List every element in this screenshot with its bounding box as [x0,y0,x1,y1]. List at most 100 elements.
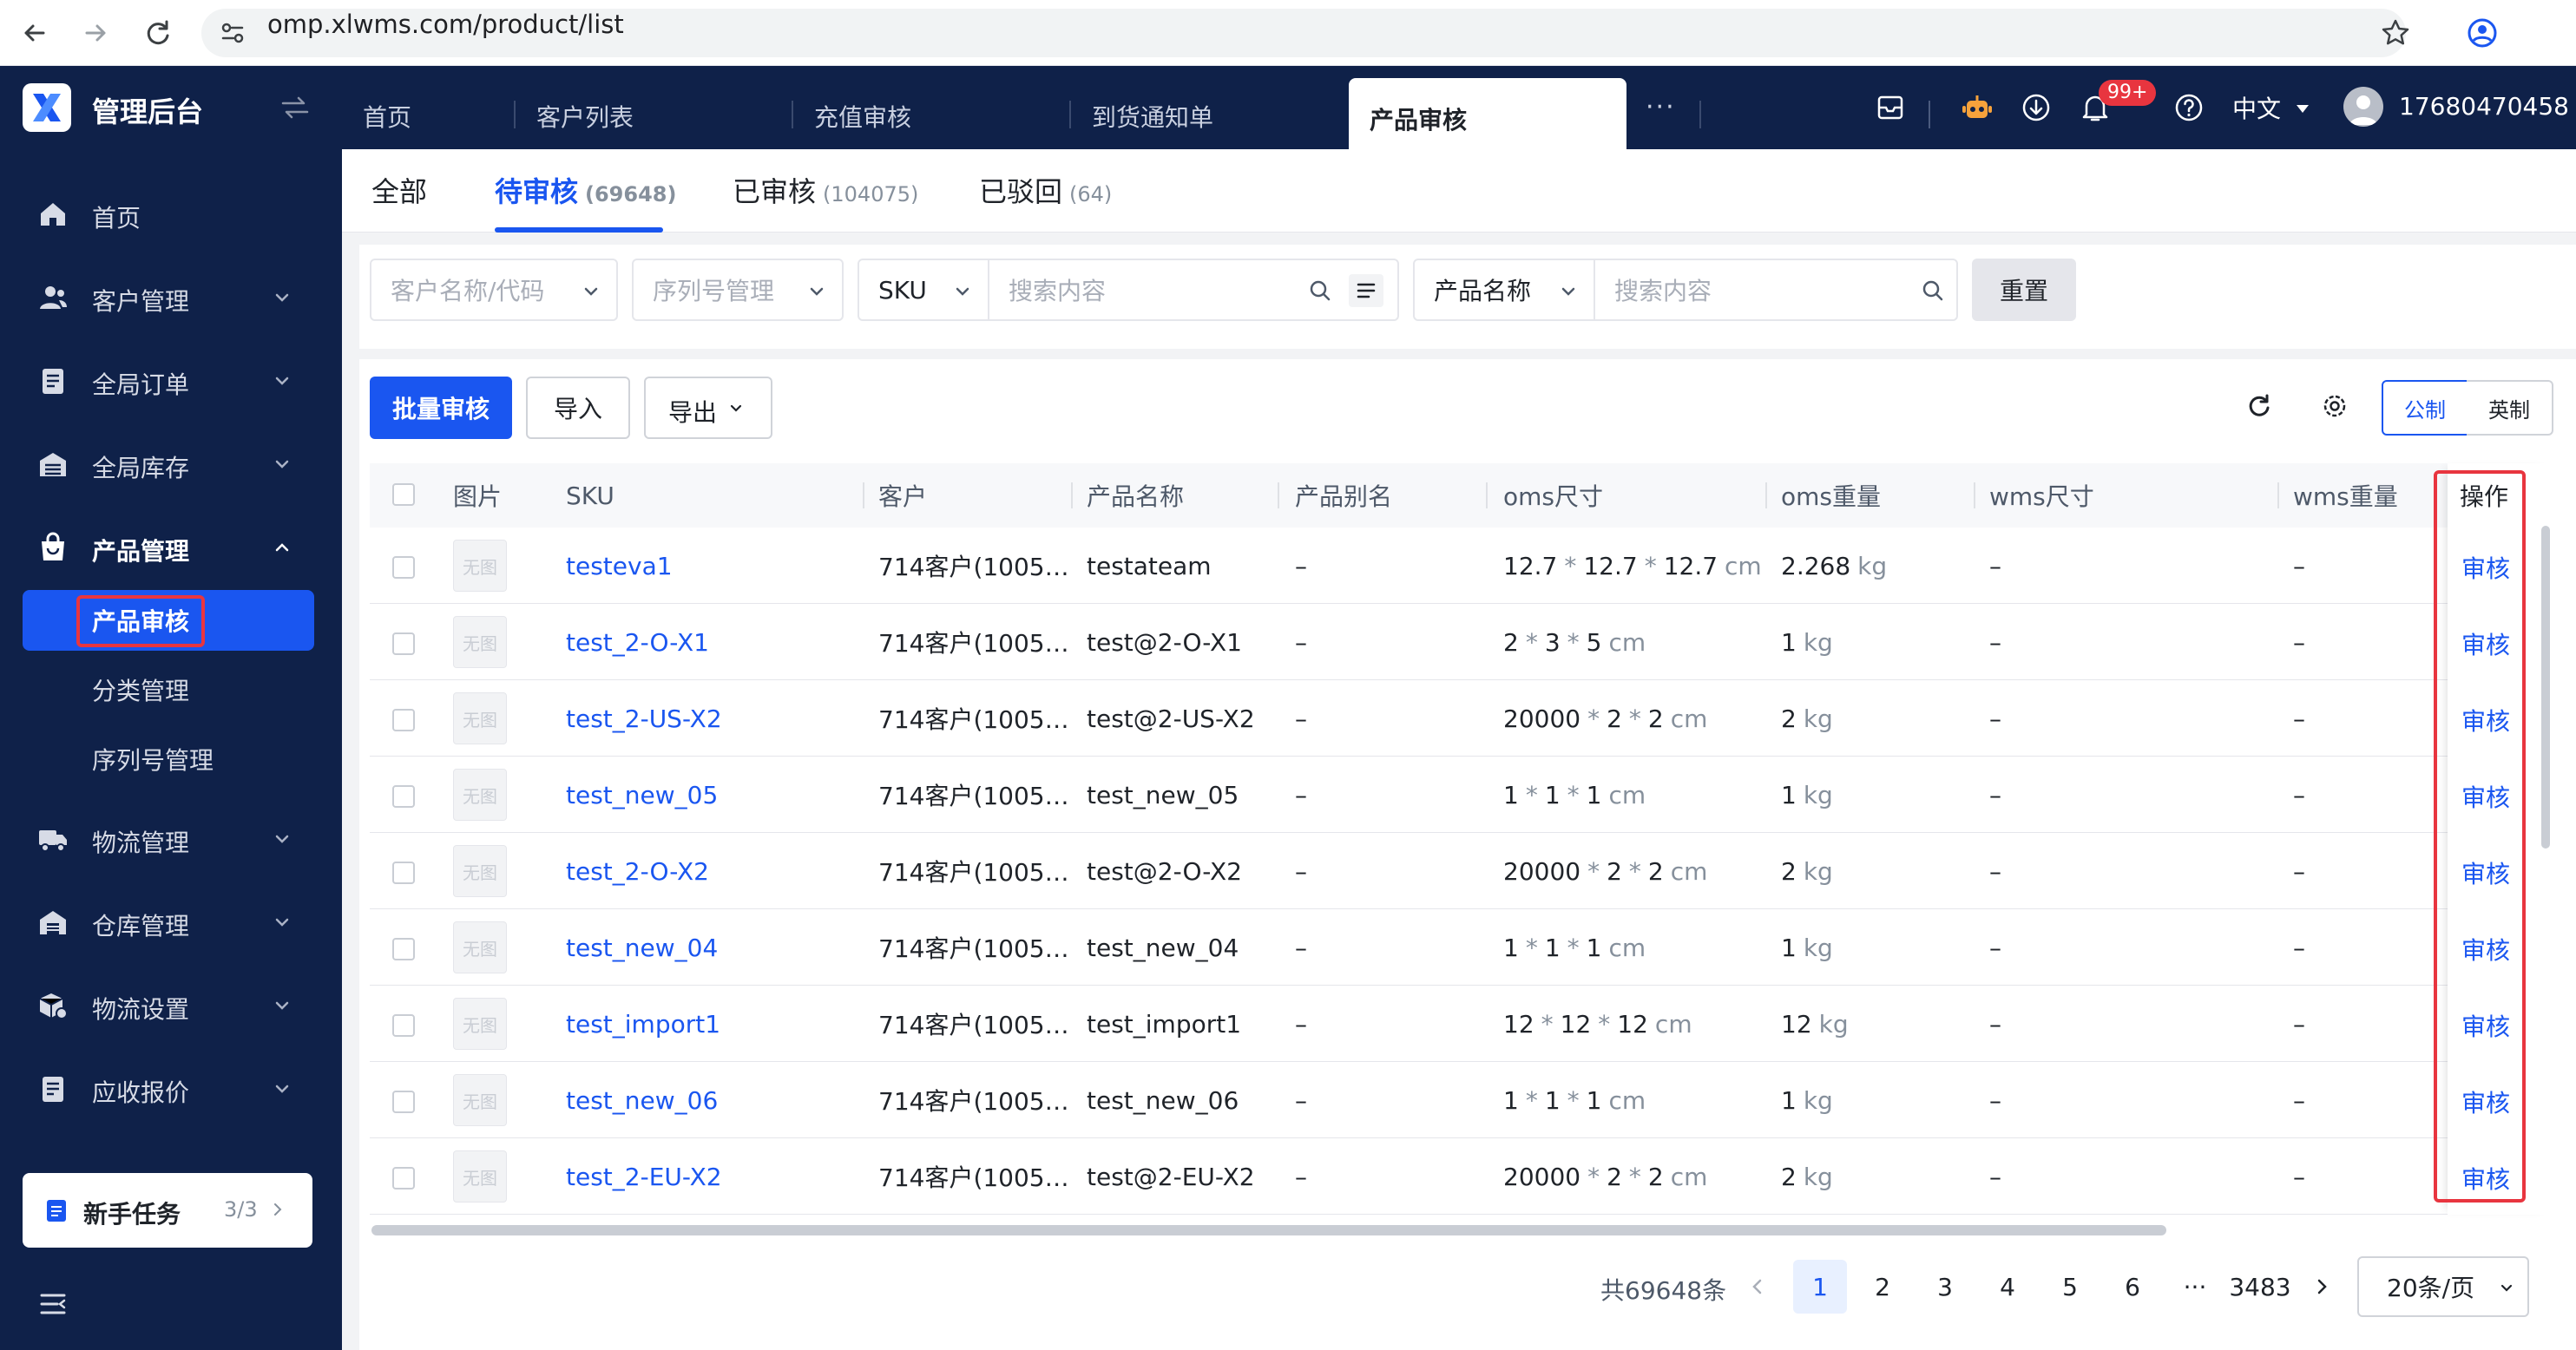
reset-button[interactable]: 重置 [1972,259,2076,321]
vertical-scrollbar[interactable] [2541,526,2550,849]
menu-collapse-icon[interactable] [36,1288,69,1321]
forward-icon[interactable] [78,16,113,50]
search-icon[interactable] [1920,278,1946,304]
row-checkbox[interactable] [392,1014,415,1037]
wms-weight-cell: – [2293,933,2305,962]
product-search-input[interactable]: 搜索内容 [1594,259,1958,321]
page-size-select[interactable]: 20条/页 [2357,1256,2529,1317]
help-icon[interactable] [2172,90,2206,125]
customer-select[interactable]: 客户名称/代码 [370,259,618,321]
horizontal-scrollbar[interactable] [371,1225,2166,1235]
sidebar-item-receivable-quote[interactable]: 应收报价 [0,1050,342,1128]
sku-link[interactable]: test_2-O-X2 [566,833,709,909]
sidebar-item-warehouse[interactable]: 仓库管理 [0,883,342,961]
more-tabs-button[interactable]: ··· [1646,92,1676,122]
select-all-checkbox[interactable] [392,483,415,506]
app-title: 管理后台 [92,95,204,128]
dimension-value: 20000 [1503,704,1581,733]
sidebar-item-orders[interactable]: 全局订单 [0,342,342,420]
sidebar-item-logistics[interactable]: 物流管理 [0,800,342,878]
search-icon[interactable] [1307,278,1333,304]
inbox-icon[interactable] [1873,90,1908,125]
avatar[interactable] [2343,87,2383,127]
total-count: 共69648条 [1600,1276,1727,1305]
sidebar-item-home[interactable]: 首页 [0,175,342,253]
sidebar-item-logistics-settings[interactable]: 物流设置 [0,967,342,1045]
page-ellipsis[interactable]: ··· [2168,1260,2222,1314]
profile-icon[interactable] [2465,16,2500,50]
dimension-value: 20000 [1503,856,1581,886]
language-selector[interactable]: 中文 [2232,90,2281,125]
sidebar-subitem-category[interactable]: 分类管理 [23,659,314,720]
import-button[interactable]: 导入 [526,377,630,439]
robot-icon[interactable] [1960,90,1994,125]
sidebar-item-product-management[interactable]: 产品管理 [0,508,342,587]
page-5[interactable]: 5 [2043,1260,2097,1314]
page-6[interactable]: 6 [2106,1260,2159,1314]
sku-field-select[interactable]: SKU [858,259,989,321]
chevron-down-icon [273,455,292,474]
page-3[interactable]: 3 [1918,1260,1972,1314]
serial-select[interactable]: 序列号管理 [632,259,844,321]
sidebar-item-label: 仓库管理 [92,912,190,940]
sku-search-input[interactable]: 搜索内容 [988,259,1399,321]
collapse-toggle-icon[interactable] [279,95,311,120]
sidebar-item-inventory[interactable]: 全局库存 [0,425,342,503]
page-last[interactable]: 3483 [2227,1260,2293,1314]
sidebar-item-customers[interactable]: 客户管理 [0,259,342,337]
unit-metric-button[interactable]: 公制 [2382,380,2468,436]
page-1[interactable]: 1 [1793,1260,1847,1314]
row-checkbox[interactable] [392,556,415,579]
bookmark-star-icon[interactable] [2378,16,2413,50]
tab-recharge-review[interactable]: 充值审核 [793,66,1071,149]
site-settings-icon[interactable] [217,17,248,49]
weight-unit: kg [1803,1162,1833,1191]
prev-page-icon[interactable] [1746,1275,1769,1298]
sku-link[interactable]: test_new_05 [566,757,718,833]
column-settings-icon[interactable] [2319,390,2350,422]
status-tab-approved[interactable]: 已审核 (104075) [733,170,918,210]
sku-link[interactable]: test_import1 [566,986,720,1062]
row-checkbox[interactable] [392,1091,415,1113]
language-caret-icon[interactable] [2293,99,2312,118]
status-tab-pending[interactable]: 待审核 (69648) [495,170,676,210]
page-4[interactable]: 4 [1981,1260,2034,1314]
refresh-icon[interactable] [2243,390,2274,422]
status-tab-all[interactable]: 全部 [371,170,427,210]
tab-home[interactable]: 首页 [342,66,516,149]
list-filter-icon[interactable] [1349,274,1383,307]
sidebar-subitem-serial[interactable]: 序列号管理 [23,729,314,790]
oms-weight-cell: 1 kg [1781,604,1833,680]
times-sign: * [1628,1162,1641,1191]
row-checkbox[interactable] [392,862,415,884]
row-checkbox[interactable] [392,709,415,731]
sku-link[interactable]: test_new_04 [566,909,718,986]
sku-link[interactable]: testeva1 [566,528,673,604]
page-2[interactable]: 2 [1856,1260,1909,1314]
user-name[interactable]: 17680470458 [2399,92,2569,121]
tab-arrival-notice[interactable]: 到货通知单 [1071,66,1349,149]
row-checkbox[interactable] [392,785,415,808]
sku-link[interactable]: test_2-O-X1 [566,604,709,680]
status-tab-rejected[interactable]: 已驳回 (64) [979,170,1112,210]
batch-review-button[interactable]: 批量审核 [370,377,512,439]
back-icon[interactable] [17,16,52,50]
sku-link[interactable]: test_2-US-X2 [566,680,722,757]
unit-imperial-button[interactable]: 英制 [2467,380,2553,436]
customer-cell: 714客户(1005… [878,705,1069,734]
url-text[interactable]: omp.xlwms.com/product/list [267,10,624,38]
row-checkbox[interactable] [392,938,415,960]
sku-link[interactable]: test_new_06 [566,1062,718,1138]
download-icon[interactable] [2019,90,2054,125]
new-task-card[interactable]: 新手任务 3/3 [23,1173,312,1248]
action-column-highlight-box [2434,470,2526,1203]
reload-icon[interactable] [141,16,175,50]
export-button[interactable]: 导出 [644,377,772,439]
tab-product-review[interactable]: 产品审核 [1349,78,1626,149]
tab-customer-list[interactable]: 客户列表 [516,66,793,149]
product-field-select[interactable]: 产品名称 [1413,259,1595,321]
row-checkbox[interactable] [392,632,415,655]
sku-link[interactable]: test_2-EU-X2 [566,1138,722,1215]
row-checkbox[interactable] [392,1167,415,1189]
next-page-icon[interactable] [2310,1275,2333,1298]
